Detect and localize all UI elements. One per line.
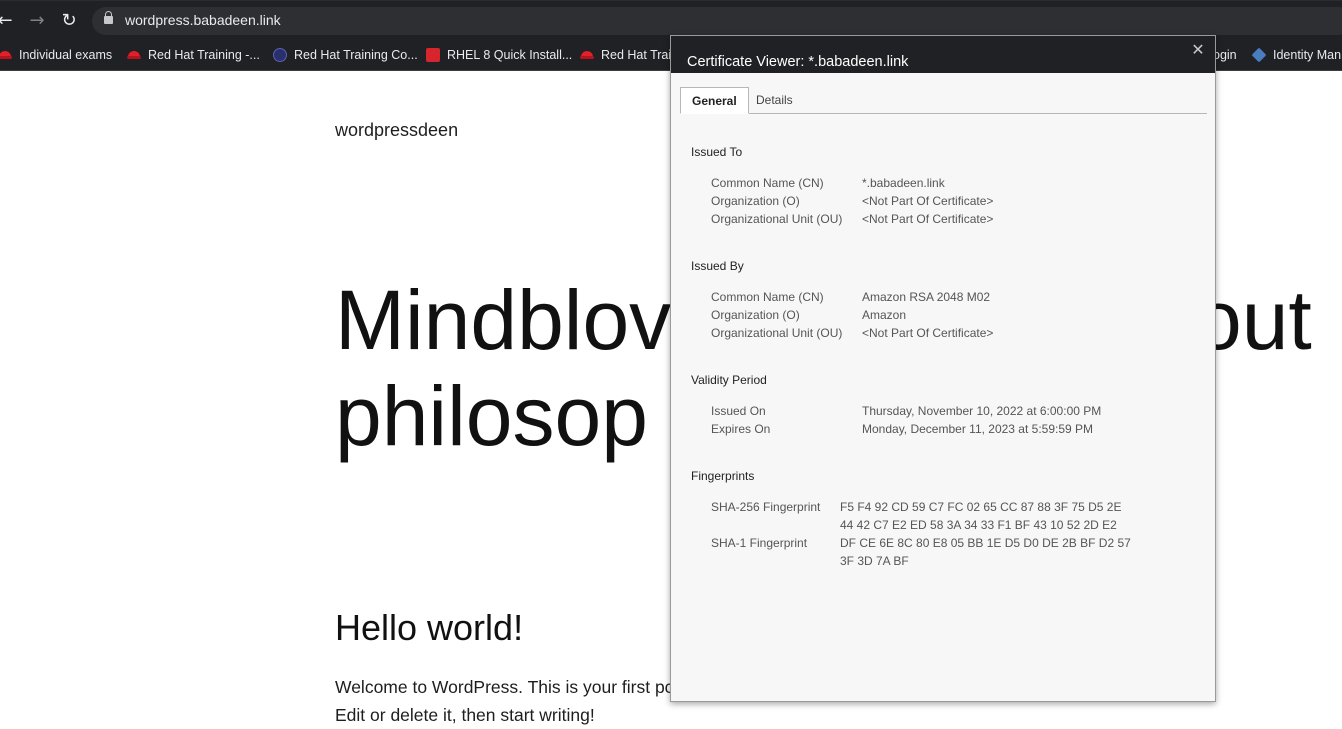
lock-icon[interactable]: [104, 11, 113, 24]
field-value: <Not Part Of Certificate>: [862, 212, 994, 226]
bookmark-label: Red Hat Training Co...: [294, 48, 418, 62]
fingerprint-value: 3F 3D 7A BF: [840, 554, 909, 568]
field-value: *.babadeen.link: [862, 176, 945, 190]
bookmark-label: Red Hat Training -...: [148, 48, 260, 62]
field-value: Amazon RSA 2048 M02: [862, 290, 991, 304]
tab-general[interactable]: General: [680, 87, 749, 114]
section-issued-by: Issued By: [691, 259, 744, 273]
field-label: Common Name (CN): [711, 176, 824, 190]
training-badge-icon: [273, 48, 287, 62]
field-label: Organizational Unit (OU): [711, 326, 843, 340]
field-label: SHA-256 Fingerprint: [711, 500, 821, 514]
tab-divider: [680, 113, 1207, 114]
browser-toolbar: ← → ↻ wordpress.babadeen.link: [0, 0, 1342, 40]
field-value: Thursday, November 10, 2022 at 6:00:00 P…: [862, 404, 1102, 418]
field-label: Expires On: [711, 422, 771, 436]
certificate-viewer-dialog: Certificate Viewer: *.babadeen.link ✕ Ge…: [670, 35, 1216, 702]
dialog-title: Certificate Viewer: *.babadeen.link: [687, 54, 909, 70]
fingerprint-value: 44 42 C7 E2 ED 58 3A 34 33 F1 BF 43 10 5…: [840, 518, 1117, 532]
post-line: Welcome to WordPress. This is your first…: [335, 677, 674, 697]
bookmark-label: Red Hat Trair: [601, 48, 676, 62]
field-value: Monday, December 11, 2023 at 5:59:59 PM: [862, 422, 1094, 436]
field-label: Organizational Unit (OU): [711, 212, 843, 226]
post-excerpt: Welcome to WordPress. This is your first…: [335, 673, 673, 729]
field-label: Issued On: [711, 404, 766, 418]
section-validity-period: Validity Period: [691, 373, 767, 387]
bookmark-red-hat-trair[interactable]: Red Hat Trair: [580, 46, 675, 64]
redhat-icon: [0, 48, 12, 62]
section-fingerprints: Fingerprints: [691, 469, 755, 483]
back-arrow-icon[interactable]: ←: [0, 10, 16, 32]
fingerprint-value: DF CE 6E 8C 80 E8 05 BB 1E D5 D0 DE 2B B…: [840, 536, 1131, 550]
bookmark-rhel8-quick-install[interactable]: RHEL 8 Quick Install...: [426, 46, 572, 64]
field-label: Organization (O): [711, 194, 800, 208]
rhel-icon: [426, 48, 440, 62]
section-issued-to: Issued To: [691, 145, 743, 159]
field-value: <Not Part Of Certificate>: [862, 194, 994, 208]
bookmark-identity-man[interactable]: Identity Man: [1251, 46, 1342, 64]
site-title[interactable]: wordpressdeen: [335, 120, 458, 141]
bookmark-login[interactable]: ogin: [1213, 46, 1237, 64]
bookmark-label: RHEL 8 Quick Install...: [447, 48, 573, 62]
fingerprint-value: F5 F4 92 CD 59 C7 FC 02 65 CC 87 88 3F 7…: [840, 500, 1122, 514]
url-text[interactable]: wordpress.babadeen.link: [125, 12, 281, 28]
headline-line-1: Mindblov: [335, 273, 672, 367]
field-value: Amazon: [862, 308, 907, 322]
close-icon[interactable]: ✕: [1189, 41, 1207, 59]
bookmark-red-hat-training[interactable]: Red Hat Training -...: [127, 46, 260, 64]
cube-icon: [1251, 47, 1267, 63]
bookmark-label: Individual exams: [19, 48, 113, 62]
bookmark-individual-exams[interactable]: Individual exams: [0, 46, 112, 64]
bookmark-label: ogin: [1213, 48, 1237, 62]
redhat-icon: [580, 48, 594, 62]
reload-icon[interactable]: ↻: [58, 10, 80, 32]
bookmark-label: Identity Man: [1273, 48, 1342, 62]
headline-line-2: philosop: [335, 369, 648, 463]
field-value: <Not Part Of Certificate>: [862, 326, 994, 340]
post-line: Edit or delete it, then start writing!: [335, 705, 595, 725]
address-bar[interactable]: wordpress.babadeen.link: [92, 7, 1342, 35]
post-title[interactable]: Hello world!: [335, 607, 523, 649]
redhat-icon: [127, 48, 141, 62]
field-label: Organization (O): [711, 308, 800, 322]
tab-details[interactable]: Details: [745, 87, 804, 114]
bookmark-red-hat-training-co[interactable]: Red Hat Training Co...: [273, 46, 418, 64]
forward-arrow-icon[interactable]: →: [26, 10, 48, 32]
field-label: Common Name (CN): [711, 290, 824, 304]
dialog-titlebar[interactable]: Certificate Viewer: *.babadeen.link ✕: [671, 36, 1215, 73]
field-label: SHA-1 Fingerprint: [711, 536, 808, 550]
